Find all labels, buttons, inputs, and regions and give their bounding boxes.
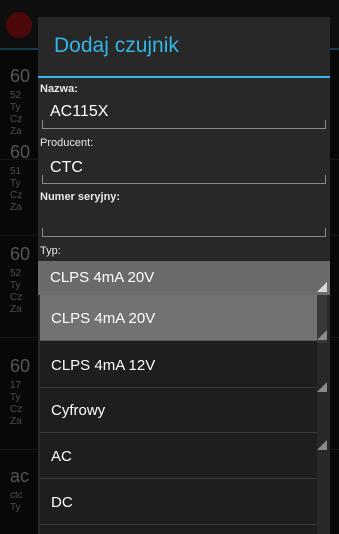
serial-number-field-underline bbox=[42, 228, 326, 237]
dropdown-option[interactable]: AC bbox=[40, 433, 317, 479]
manufacturer-label: Producent: bbox=[40, 137, 94, 149]
spinner-arrow-icon bbox=[317, 440, 327, 450]
dropdown-option[interactable]: Cyfrowy bbox=[40, 387, 317, 433]
type-label: Typ: bbox=[40, 245, 61, 257]
spinner-arrow-icon bbox=[317, 330, 327, 340]
dialog-title-divider bbox=[38, 76, 330, 78]
dropdown-option[interactable]: CLPS 4mA 20V bbox=[40, 295, 317, 341]
dropdown-option-label: Cyfrowy bbox=[51, 402, 106, 419]
type-dropdown-list: CLPS 4mA 20V CLPS 4mA 12V Cyfrowy AC DC bbox=[40, 295, 317, 534]
dropdown-option-label: CLPS 4mA 12V bbox=[51, 357, 156, 374]
dropdown-option-label: CLPS 4mA 20V bbox=[51, 310, 156, 327]
serial-number-label: Numer seryjny: bbox=[40, 191, 121, 203]
type-spinner[interactable]: CLPS 4mA 20V bbox=[38, 261, 330, 295]
name-field[interactable]: AC115X bbox=[50, 103, 108, 121]
spinner-arrow-icon bbox=[317, 282, 327, 292]
dropdown-option[interactable]: CLPS 4mA 12V bbox=[40, 342, 317, 388]
dropdown-option[interactable]: DC bbox=[40, 479, 317, 525]
type-spinner-value: CLPS 4mA 20V bbox=[50, 269, 155, 286]
dropdown-option-label: AC bbox=[51, 448, 72, 465]
spinner-arrow-icon bbox=[317, 382, 327, 392]
manufacturer-field-underline bbox=[42, 175, 326, 184]
dropdown-option-label: DC bbox=[51, 494, 73, 511]
dialog-title: Dodaj czujnik bbox=[54, 34, 179, 57]
name-field-underline bbox=[42, 120, 326, 129]
name-label: Nazwa: bbox=[40, 83, 78, 95]
